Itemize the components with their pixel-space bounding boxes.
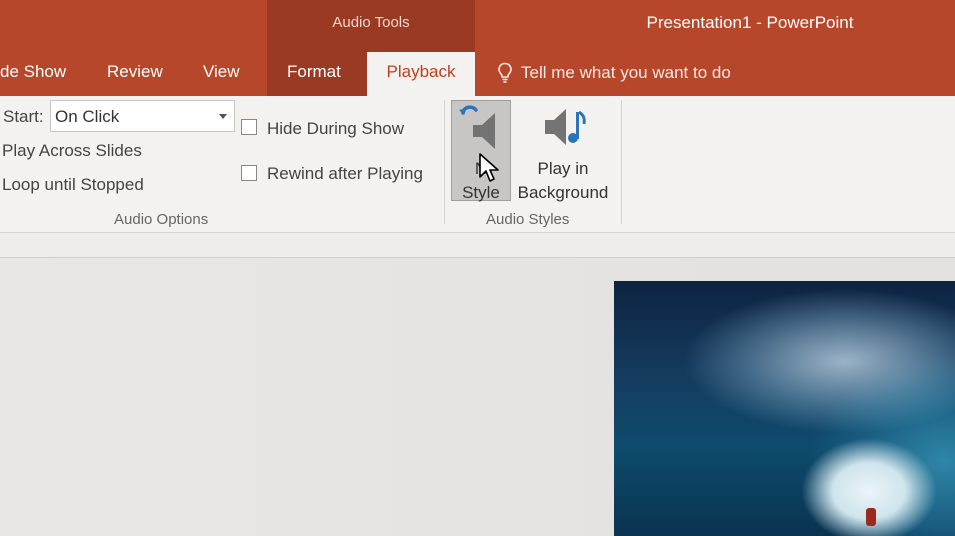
tab-review[interactable]: Review bbox=[107, 62, 163, 82]
rewind-after-playing-checkbox[interactable] bbox=[241, 165, 257, 181]
audio-styles-group-label: Audio Styles bbox=[486, 211, 570, 228]
rewind-after-playing-label[interactable]: Rewind after Playing bbox=[267, 164, 423, 184]
no-style-speaker-icon bbox=[459, 105, 495, 149]
lightbulb-icon bbox=[498, 62, 512, 83]
loop-until-stopped-option[interactable]: Loop until Stopped bbox=[2, 175, 144, 195]
app-title: Presentation1 - PowerPoint bbox=[646, 13, 854, 32]
start-dropdown-value: On Click bbox=[55, 107, 120, 126]
tab-slide-show[interactable]: de Show bbox=[0, 62, 66, 82]
dropdown-caret-icon[interactable] bbox=[219, 114, 227, 119]
tab-view[interactable]: View bbox=[203, 62, 240, 82]
audio-tools-label: Audio Tools bbox=[332, 14, 410, 31]
audio-options-group-label: Audio Options bbox=[114, 211, 209, 228]
tab-format[interactable]: Format bbox=[287, 62, 341, 82]
hide-during-show-label[interactable]: Hide During Show bbox=[267, 119, 404, 139]
start-label: Start: bbox=[3, 107, 44, 126]
ribbon-collapse-bar bbox=[0, 233, 955, 258]
play-across-slides-option[interactable]: Play Across Slides bbox=[2, 141, 142, 161]
surfer-figure bbox=[866, 508, 876, 526]
hide-during-show-checkbox[interactable] bbox=[241, 119, 257, 135]
slide-wave-image[interactable] bbox=[614, 281, 955, 536]
tell-me-text: Tell me what you want to do bbox=[521, 63, 731, 82]
no-style-label-line1: N bbox=[474, 159, 488, 178]
play-in-background-line2: Background bbox=[517, 183, 609, 202]
tab-playback[interactable]: Playback bbox=[367, 62, 475, 82]
tell-me-search[interactable]: Tell me what you want to do bbox=[497, 60, 731, 86]
play-in-background-icon bbox=[545, 109, 586, 145]
play-in-background-label: Play in Background bbox=[514, 157, 612, 205]
no-style-label: N Style bbox=[452, 157, 510, 205]
no-style-label-line2: Style bbox=[462, 183, 500, 202]
play-in-background-line1: Play in bbox=[537, 159, 589, 178]
group-divider bbox=[621, 100, 622, 224]
group-divider bbox=[444, 100, 445, 224]
